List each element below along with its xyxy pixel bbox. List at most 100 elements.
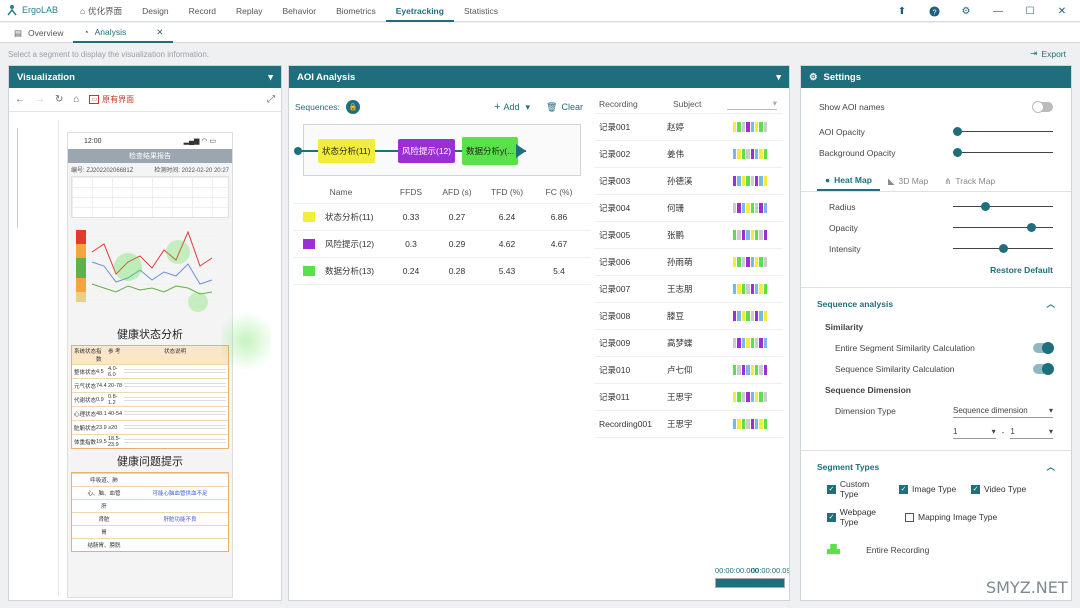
menu-item[interactable]: ⌂ 优化界面 — [70, 0, 132, 22]
show-aoi-names-toggle[interactable] — [1032, 100, 1053, 113]
close-icon[interactable]: ✕ — [1054, 3, 1070, 19]
chevron-down-icon: ▾ — [1048, 426, 1053, 436]
slider-knob[interactable] — [998, 243, 1008, 253]
checkbox-icon[interactable]: ✓ — [827, 484, 836, 494]
list-item[interactable]: 记录007 王志朋 — [595, 276, 783, 303]
column-dropdown[interactable]: ▾ — [727, 98, 777, 110]
list-item[interactable]: 记录005 张鹏 — [595, 222, 783, 249]
checkbox-icon[interactable]: ✓ — [827, 512, 836, 522]
checkbox-icon[interactable] — [905, 512, 914, 522]
segment-type-checkbox[interactable]: ✓ Webpage Type — [827, 507, 895, 527]
segment-type-checkbox[interactable]: ✓ Image Type — [899, 479, 961, 499]
opacity-slider[interactable] — [953, 222, 1053, 233]
sequence-strip — [733, 230, 767, 240]
table-row: 代谢状态 0.9 0.8-1.2 — [72, 392, 228, 406]
aoi-analysis-header[interactable]: AOI Analysis ▾ — [289, 66, 789, 88]
timeline-end: 00:00:00.097 — [751, 566, 789, 575]
chain-node[interactable]: 数据分析y(... — [462, 137, 519, 165]
document-tab-bar: ▤ Overview ◔ Analysis ✕ — [0, 23, 1080, 43]
list-item[interactable]: 记录009 高梦蝶 — [595, 330, 783, 357]
list-item[interactable]: 记录010 卢七仰 — [595, 357, 783, 384]
menu-item[interactable]: Record — [179, 0, 226, 22]
segment-types-header[interactable]: Segment Types ︿ — [801, 455, 1071, 479]
segment-type-checkbox[interactable]: ✓ Video Type — [971, 479, 1041, 499]
range-from-select[interactable]: 1 ▾ — [953, 425, 996, 439]
visualization-panel: Visualization ▾ ← → ↻ ⌂ ▭ 原有界面 ⤢ 12:00 ▂… — [8, 65, 282, 601]
sequence-analysis-header[interactable]: Sequence analysis ︿ — [801, 292, 1071, 316]
maximize-icon[interactable]: ☐ — [1022, 3, 1038, 19]
radius-slider[interactable] — [953, 201, 1053, 212]
aoi-opacity-slider[interactable] — [952, 126, 1053, 137]
refresh-icon[interactable]: ↻ — [55, 94, 63, 105]
list-item[interactable]: 记录003 孙德溪 — [595, 168, 783, 195]
list-item[interactable]: 记录006 孙雨萌 — [595, 249, 783, 276]
dimension-type-select[interactable]: Sequence dimension ▾ — [953, 404, 1053, 418]
clear-button[interactable]: 🗑 Clear — [546, 102, 583, 113]
chain-node[interactable]: 状态分析(11) — [318, 139, 375, 163]
segment-type-checkbox[interactable]: ✓ Custom Type — [827, 479, 889, 499]
sequence-strip — [733, 284, 767, 294]
menu-item[interactable]: Eyetracking — [385, 0, 454, 22]
list-item[interactable]: 记录008 滕豆 — [595, 303, 783, 330]
table-row[interactable]: 状态分析(11) 0.33 0.27 6.24 6.86 — [293, 204, 591, 231]
add-button[interactable]: + Add ▾ — [494, 101, 530, 113]
segment-type-checkbox[interactable]: Mapping Image Type — [905, 507, 1005, 527]
checkbox-icon[interactable]: ✓ — [899, 484, 908, 494]
table-row: 胃 — [72, 525, 228, 538]
table-row[interactable]: 数据分析(13) 0.24 0.28 5.43 5.4 — [293, 258, 591, 285]
sequence-strip — [733, 365, 767, 375]
checkbox-icon[interactable]: ✓ — [971, 484, 980, 494]
recordings-header: Recording Subject ▾ — [595, 94, 783, 114]
similarity-label: Similarity — [825, 321, 864, 332]
list-item[interactable]: 记录011 王思宇 — [595, 384, 783, 411]
export-button[interactable]: ⇥ Export — [1030, 48, 1066, 59]
tab-track-map[interactable]: ⋔ Track Map — [936, 171, 1003, 191]
fullscreen-icon[interactable]: ⤢ — [267, 94, 275, 105]
minimize-icon[interactable]: — — [990, 3, 1006, 19]
status-note — [124, 424, 226, 431]
menu-item[interactable]: Statistics — [454, 0, 508, 22]
chevron-up-icon[interactable]: ︿ — [1046, 298, 1055, 310]
close-tab-icon[interactable]: ✕ — [156, 22, 163, 42]
tab-3d-map[interactable]: ◣ 3D Map — [880, 171, 936, 191]
chevron-down-icon[interactable]: ▾ — [776, 72, 781, 83]
range-to-select[interactable]: 1 ▾ — [1010, 425, 1053, 439]
chain-node[interactable]: 风险提示(12) — [398, 139, 456, 163]
slider-knob[interactable] — [952, 126, 962, 136]
list-item[interactable]: 记录004 何珊 — [595, 195, 783, 222]
home-icon[interactable]: ⌂ — [73, 94, 79, 105]
chevron-down-icon[interactable]: ▾ — [268, 72, 273, 83]
tab-overview[interactable]: ▤ Overview — [4, 23, 73, 43]
menu-item[interactable]: Design — [132, 0, 178, 22]
slider-knob[interactable] — [1026, 222, 1036, 232]
chevron-up-icon[interactable]: ︿ — [1046, 461, 1055, 473]
lock-icon[interactable]: 🔒 — [345, 100, 360, 114]
visualization-header[interactable]: Visualization ▾ — [9, 66, 281, 88]
sequence-similarity-toggle[interactable] — [1033, 362, 1054, 375]
info-table — [71, 176, 229, 218]
timeline-slider[interactable] — [715, 578, 785, 588]
menu-item[interactable]: Replay — [226, 0, 272, 22]
help-icon[interactable]: ? — [926, 3, 942, 19]
menu-item[interactable]: Behavior — [273, 0, 327, 22]
entire-recording-row[interactable]: ▟▙ Entire Recording — [801, 539, 1071, 560]
forward-icon[interactable]: → — [35, 94, 45, 105]
back-icon[interactable]: ← — [15, 94, 25, 105]
intensity-slider[interactable] — [953, 243, 1053, 254]
tab-heat-map[interactable]: ● Heat Map — [817, 171, 880, 191]
list-item[interactable]: 记录001 赵婷 — [595, 114, 783, 141]
entire-similarity-toggle[interactable] — [1033, 341, 1054, 354]
restore-default-button[interactable]: Restore Default — [801, 259, 1071, 281]
bg-opacity-slider[interactable] — [952, 147, 1053, 158]
table-row[interactable]: 风险提示(12) 0.3 0.29 4.62 4.67 — [293, 231, 591, 258]
slider-knob[interactable] — [980, 201, 990, 211]
health-warning-table: 呼吸道、肺 心、脑、血管 可能心脑血管供血不足肝肾脏 肝脏功能不良胃结肠胃、膀胱 — [71, 472, 229, 552]
eye-icon: ◔ — [83, 26, 89, 37]
gear-icon[interactable]: ⚙ — [958, 3, 974, 19]
tab-analysis[interactable]: ◔ Analysis ✕ — [73, 22, 174, 43]
slider-knob[interactable] — [952, 147, 962, 157]
menu-item[interactable]: Biometrics — [326, 0, 386, 22]
pin-icon[interactable]: ⬆ — [894, 3, 910, 19]
list-item[interactable]: 记录002 姜伟 — [595, 141, 783, 168]
list-item[interactable]: Recording001 王思宇 — [595, 411, 783, 438]
